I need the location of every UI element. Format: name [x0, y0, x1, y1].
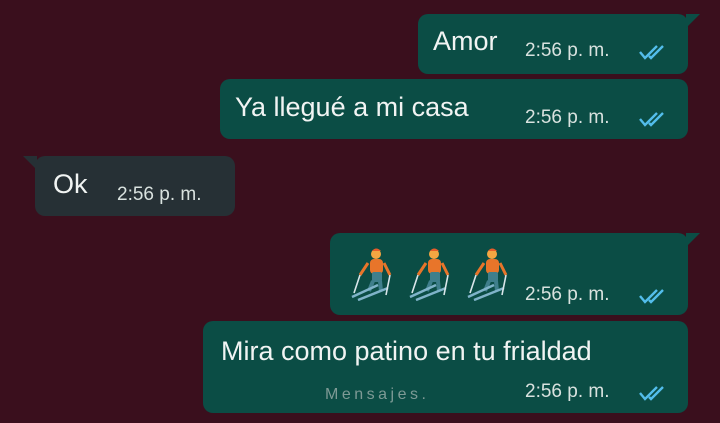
message-text: Mira como patino en tu frialdad: [221, 336, 592, 366]
message-text: Amor: [433, 26, 498, 56]
message-time: 2:56 p. m.: [525, 107, 610, 128]
message-bubble-outgoing[interactable]: 2:56 p. m.: [330, 233, 700, 315]
message-bubble-outgoing[interactable]: Mira como patino en tu frialdad Mensajes…: [203, 321, 688, 413]
watermark: Mensajes.: [325, 386, 430, 403]
message-time: 2:56 p. m.: [525, 284, 610, 305]
read-ticks-icon: [638, 287, 668, 305]
message-text: Ya llegué a mi casa: [235, 92, 469, 122]
message-time: 2:56 p. m.: [525, 381, 610, 402]
message-bubble-outgoing[interactable]: Ya llegué a mi casa 2:56 p. m.: [220, 79, 688, 139]
message-time: 2:56 p. m.: [117, 184, 202, 205]
message-time: 2:56 p. m.: [525, 40, 610, 61]
message-bubble-incoming[interactable]: Ok 2:56 p. m.: [23, 156, 235, 216]
message-text: Ok: [53, 169, 88, 199]
skier-icon: [348, 245, 398, 302]
skier-icon: [464, 245, 514, 302]
message-bubble-outgoing[interactable]: Amor 2:56 p. m.: [418, 14, 700, 74]
read-ticks-icon: [638, 43, 668, 61]
read-ticks-icon: [638, 110, 668, 128]
read-ticks-icon: [638, 384, 668, 402]
skier-icon: [406, 245, 456, 302]
